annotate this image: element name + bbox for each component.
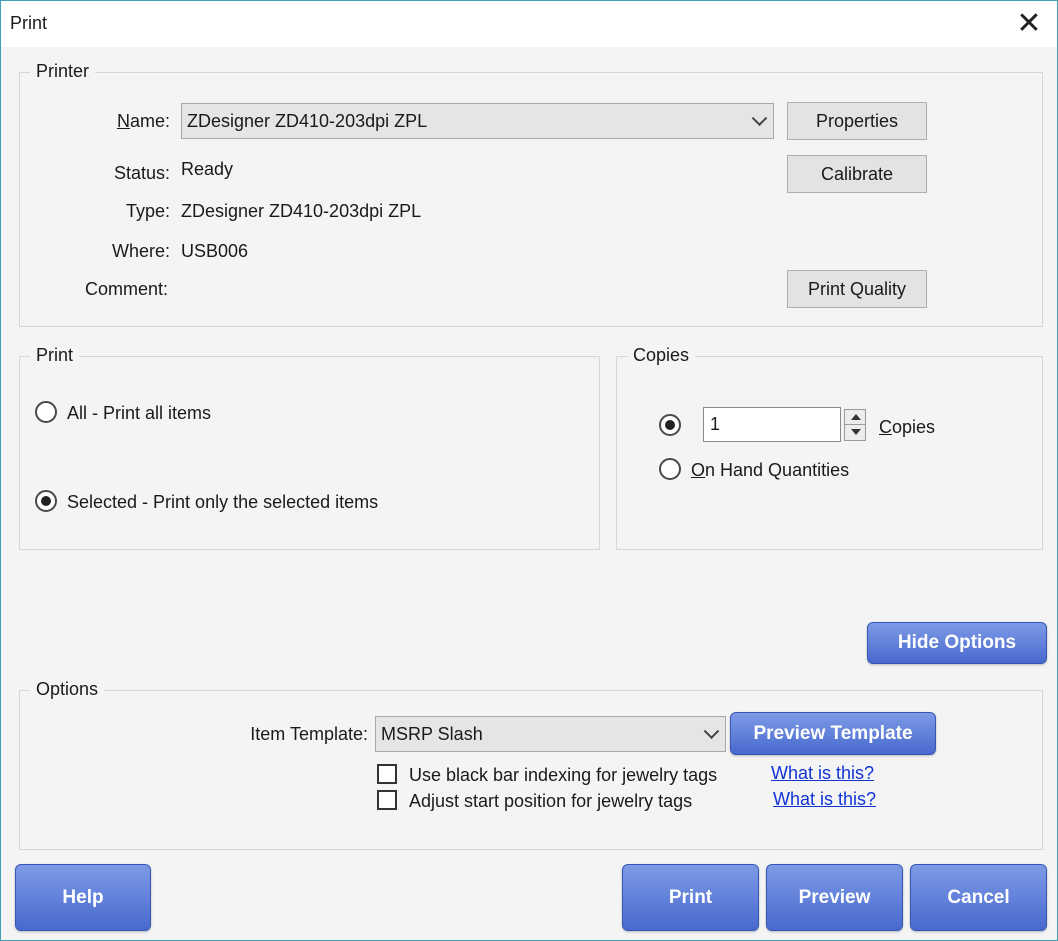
printer-legend: Printer <box>30 61 96 82</box>
help-button[interactable]: Help <box>15 864 151 931</box>
spin-up-button[interactable] <box>845 410 865 425</box>
item-template-select[interactable]: MSRP Slash <box>375 716 726 752</box>
copies-group: Copies <box>616 345 1043 550</box>
what-is-this-link-1[interactable]: What is this? <box>771 763 874 784</box>
options-legend: Options <box>30 679 105 700</box>
item-template-label: Item Template: <box>250 724 368 744</box>
on-hand-radio[interactable] <box>659 458 681 480</box>
item-template-value: MSRP Slash <box>381 723 483 744</box>
chevron-down-icon <box>751 110 768 127</box>
status-label: Status: <box>113 163 170 183</box>
print-button[interactable]: Print <box>622 864 759 931</box>
close-icon[interactable]: ✕ <box>1009 5 1049 43</box>
print-all-radio[interactable] <box>35 401 57 423</box>
calibrate-button[interactable]: Calibrate <box>787 155 927 193</box>
type-label: Type: <box>125 201 170 221</box>
where-value: USB006 <box>181 241 249 261</box>
properties-button[interactable]: Properties <box>787 102 927 140</box>
spin-down-button[interactable] <box>845 425 865 440</box>
black-bar-label[interactable]: Use black bar indexing for jewelry tags <box>409 765 717 786</box>
comment-label: Comment: <box>84 279 168 299</box>
type-value: ZDesigner ZD410-203dpi ZPL <box>181 201 422 221</box>
title-bar: Print ✕ <box>1 1 1057 47</box>
where-label: Where: <box>111 241 170 261</box>
printer-name-select[interactable]: ZDesigner ZD410-203dpi ZPL <box>181 103 774 139</box>
window-title: Print <box>10 13 48 33</box>
on-hand-label[interactable]: On Hand Quantities <box>691 460 849 481</box>
adjust-start-label[interactable]: Adjust start position for jewelry tags <box>409 791 692 812</box>
copies-input[interactable]: 1 <box>703 407 841 442</box>
chevron-down-icon <box>703 723 720 740</box>
preview-button[interactable]: Preview <box>766 864 903 931</box>
arrow-down-icon <box>851 429 861 435</box>
black-bar-checkbox[interactable] <box>377 764 397 784</box>
copies-spinner[interactable] <box>844 409 866 441</box>
status-value: Ready <box>181 159 234 179</box>
print-selected-radio[interactable] <box>35 490 57 512</box>
print-quality-button[interactable]: Print Quality <box>787 270 927 308</box>
printer-name-value: ZDesigner ZD410-203dpi ZPL <box>187 110 428 131</box>
copies-legend: Copies <box>627 345 696 366</box>
print-range-legend: Print <box>30 345 80 366</box>
copies-label: Copies <box>879 417 936 437</box>
name-label: Name: <box>116 111 170 131</box>
print-all-label[interactable]: All - Print all items <box>67 403 211 424</box>
cancel-button[interactable]: Cancel <box>910 864 1047 931</box>
preview-template-button[interactable]: Preview Template <box>730 712 936 755</box>
copies-radio[interactable] <box>659 414 681 436</box>
adjust-start-checkbox[interactable] <box>377 790 397 810</box>
print-range-group: Print <box>19 345 600 550</box>
arrow-up-icon <box>851 414 861 420</box>
print-dialog: Print ✕ Printer Name: ZDesigner ZD410-20… <box>0 0 1058 941</box>
print-selected-label[interactable]: Selected - Print only the selected items <box>67 492 378 513</box>
what-is-this-link-2[interactable]: What is this? <box>773 789 876 810</box>
hide-options-button[interactable]: Hide Options <box>867 622 1047 664</box>
